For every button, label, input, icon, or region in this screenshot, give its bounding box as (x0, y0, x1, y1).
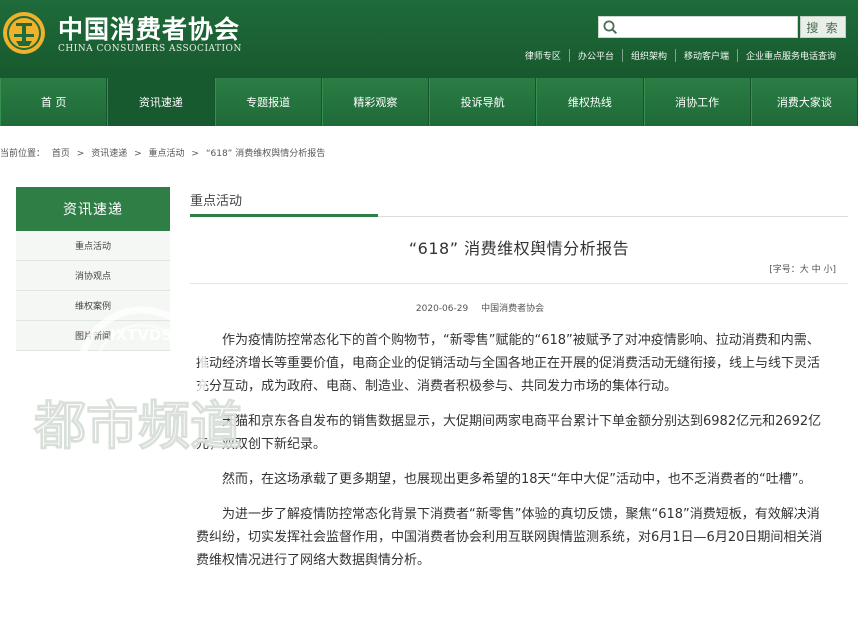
breadcrumb-separator: > (134, 149, 142, 159)
sidebar-item-viewpoints[interactable]: 消协观点 (16, 261, 170, 291)
breadcrumb-separator: > (76, 149, 85, 159)
sidebar-item-photo-news[interactable]: 图片新闻 (16, 321, 170, 351)
breadcrumb-separator: > (191, 149, 199, 159)
site-logo-english: CHINA CONSUMERS ASSOCIATION (58, 44, 242, 54)
article-title: “618” 消费维权舆情分析报告 (408, 239, 630, 258)
main-nav: 首 页 资讯速递 专题报道 精彩观察 投诉导航 维权热线 消协工作 消费大家谈 (0, 78, 858, 126)
nav-item-special-reports[interactable]: 专题报道 (214, 78, 322, 126)
breadcrumb-current: “618” 消费维权舆情分析报告 (205, 149, 326, 159)
sidebar-title: 资讯速递 (16, 187, 170, 231)
nav-item-news[interactable]: 资讯速递 (107, 78, 215, 126)
article-body: 作为疫情防控常态化下的首个购物节，“新零售”赋能的“618”被赋予了对冲疫情影响… (196, 329, 824, 584)
nav-item-association-work[interactable]: 消协工作 (643, 78, 751, 126)
top-link-lawyer[interactable]: 律师专区 (517, 49, 569, 62)
article-source: 中国消费者协会 (481, 304, 545, 314)
sidebar: 资讯速递 重点活动 消协观点 维权案例 图片新闻 (16, 187, 170, 351)
sidebar-item-cases[interactable]: 维权案例 (16, 291, 170, 321)
breadcrumb-home[interactable]: 首页 (52, 149, 70, 159)
section-title: 重点活动 (190, 194, 243, 209)
sidebar-item-key-activities[interactable]: 重点活动 (16, 231, 170, 261)
article-paragraph: 天猫和京东各自发布的销售数据显示，大促期间两家电商平台累计下单金额分别达到698… (196, 414, 822, 452)
breadcrumb-label: 当前位置： (0, 149, 46, 159)
nav-item-consumer-forum[interactable]: 消费大家谈 (750, 78, 858, 126)
article-divider (190, 283, 848, 284)
top-link-organization[interactable]: 组织架构 (621, 49, 675, 62)
search-icon (603, 20, 618, 35)
nav-item-hotline[interactable]: 维权热线 (536, 78, 644, 126)
top-link-hotline-query[interactable]: 企业重点服务电话查询 (736, 49, 844, 62)
article-paragraph: 作为疫情防控常态化下的首个购物节，“新零售”赋能的“618”被赋予了对冲疫情影响… (196, 333, 821, 394)
consumer-association-emblem-icon[interactable] (2, 8, 46, 58)
section-divider-accent (190, 214, 378, 217)
site-header: 中国消费者协会 CHINA CONSUMERS ASSOCIATION 搜 索 … (0, 0, 858, 78)
breadcrumb-news[interactable]: 资讯速递 (91, 149, 127, 159)
font-size-control[interactable]: [字号：大 中 小] (769, 262, 836, 275)
breadcrumb-key-activities[interactable]: 重点活动 (149, 149, 185, 159)
site-logo-text[interactable]: 中国消费者协会 (58, 10, 240, 46)
nav-item-complaint-guide[interactable]: 投诉导航 (429, 78, 537, 126)
breadcrumb: 当前位置： 首页 > 资讯速递 > 重点活动 > “618” 消费维权舆情分析报… (0, 146, 329, 159)
search-box (598, 16, 798, 38)
nav-item-home[interactable]: 首 页 (0, 78, 108, 126)
search-input[interactable] (621, 18, 793, 36)
article-date: 2020-06-29 (415, 304, 469, 314)
top-link-office[interactable]: 办公平台 (568, 49, 622, 62)
top-links: 律师专区 办公平台 组织架构 移动客户端 企业重点服务电话查询 (517, 49, 844, 62)
article-meta: 2020-06-29 中国消费者协会 (190, 301, 770, 314)
article-paragraph: 为进一步了解疫情防控常态化背景下消费者“新零售”体验的真切反馈，聚焦“618”消… (196, 507, 823, 568)
top-link-mobile-client[interactable]: 移动客户端 (674, 49, 737, 62)
nav-item-observations[interactable]: 精彩观察 (321, 78, 429, 126)
search-button[interactable]: 搜 索 (800, 16, 846, 38)
article-paragraph: 然而，在这场承载了更多期望，也展现出更多希望的18天“年中大促”活动中，也不乏消… (222, 472, 812, 487)
